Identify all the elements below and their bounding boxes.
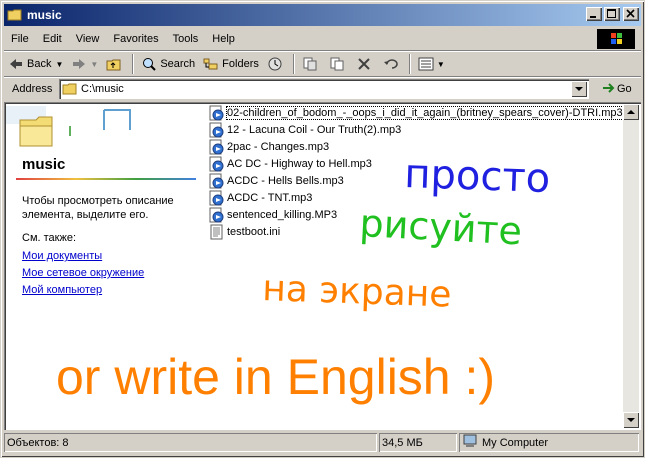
up-folder-button[interactable] xyxy=(102,53,129,75)
toolbar-divider xyxy=(408,54,411,74)
english-text: or write in English :) xyxy=(56,349,496,405)
scroll-up-button[interactable] xyxy=(623,104,639,120)
folder-icon xyxy=(62,81,78,100)
back-label: Back xyxy=(27,58,52,70)
undo-button[interactable] xyxy=(379,53,406,75)
menu-bar: File Edit View Favorites Tools Help xyxy=(4,29,641,49)
address-bar: Address C:\music Go xyxy=(4,78,641,100)
status-bar: Объектов: 8 34,5 МБ My Computer xyxy=(4,433,641,453)
address-value: C:\music xyxy=(81,83,124,95)
forward-dropdown-icon[interactable]: ▼ xyxy=(90,60,98,69)
views-button[interactable]: ▼ xyxy=(414,53,449,75)
vertical-scrollbar[interactable] xyxy=(623,104,639,428)
toolbar-divider xyxy=(292,54,295,74)
history-button[interactable] xyxy=(263,53,290,75)
search-icon xyxy=(141,56,157,72)
folder-icon xyxy=(7,7,23,23)
delete-icon xyxy=(356,56,372,72)
search-label: Search xyxy=(160,58,196,70)
close-button[interactable] xyxy=(623,7,639,21)
copy-to-icon xyxy=(329,56,345,72)
scribble-text-blue: просто xyxy=(404,151,551,202)
maximize-button[interactable] xyxy=(604,7,620,21)
scroll-down-button[interactable] xyxy=(623,412,639,428)
address-dropdown-button[interactable] xyxy=(571,81,587,97)
folders-label: Folders xyxy=(222,58,259,70)
window-title: music xyxy=(27,8,62,22)
go-button[interactable]: Go xyxy=(601,80,632,99)
forward-arrow-icon xyxy=(71,56,87,72)
status-location-cell: My Computer xyxy=(459,433,639,452)
windows-logo-icon xyxy=(597,29,635,49)
explorer-window: music File Edit View Favorites Tools Hel… xyxy=(0,0,645,458)
title-bar[interactable]: music xyxy=(4,4,641,26)
toolbar-divider xyxy=(132,54,135,74)
content-area: music Чтобы просмотреть описание элемент… xyxy=(4,102,641,430)
delete-button[interactable] xyxy=(352,53,379,75)
computer-icon xyxy=(462,434,478,451)
move-to-button[interactable] xyxy=(298,53,325,75)
menu-help[interactable]: Help xyxy=(205,33,242,45)
folders-button[interactable]: Folders xyxy=(199,53,263,75)
back-button[interactable]: Back ▼ xyxy=(4,53,67,75)
menu-view[interactable]: View xyxy=(69,33,107,45)
toolbar: Back ▼ ▼ Search Folders ▼ xyxy=(4,52,641,76)
history-icon xyxy=(267,56,283,72)
go-label: Go xyxy=(617,83,632,95)
go-arrow-icon xyxy=(601,80,617,99)
menu-edit[interactable]: Edit xyxy=(36,33,69,45)
copy-to-button[interactable] xyxy=(325,53,352,75)
folders-icon xyxy=(203,56,219,72)
menu-favorites[interactable]: Favorites xyxy=(106,33,165,45)
status-objects: Объектов: 8 xyxy=(4,433,377,452)
menu-tools[interactable]: Tools xyxy=(166,33,206,45)
move-to-icon xyxy=(302,56,318,72)
scribble-text-orange: на экране xyxy=(262,268,452,316)
views-dropdown-icon[interactable]: ▼ xyxy=(437,60,445,69)
scribble-text-green: рисуйте xyxy=(359,201,524,253)
minimize-button[interactable] xyxy=(586,7,602,21)
back-dropdown-icon[interactable]: ▼ xyxy=(55,60,63,69)
views-icon xyxy=(418,56,434,72)
search-button[interactable]: Search xyxy=(137,53,199,75)
back-arrow-icon xyxy=(8,56,24,72)
status-size: 34,5 МБ xyxy=(379,433,457,452)
up-folder-icon xyxy=(106,56,122,72)
forward-button[interactable]: ▼ xyxy=(67,53,102,75)
address-label: Address xyxy=(12,83,53,95)
status-location: My Computer xyxy=(482,436,549,449)
menu-file[interactable]: File xyxy=(4,33,36,45)
address-field[interactable]: C:\music xyxy=(59,79,589,99)
undo-icon xyxy=(383,56,399,72)
